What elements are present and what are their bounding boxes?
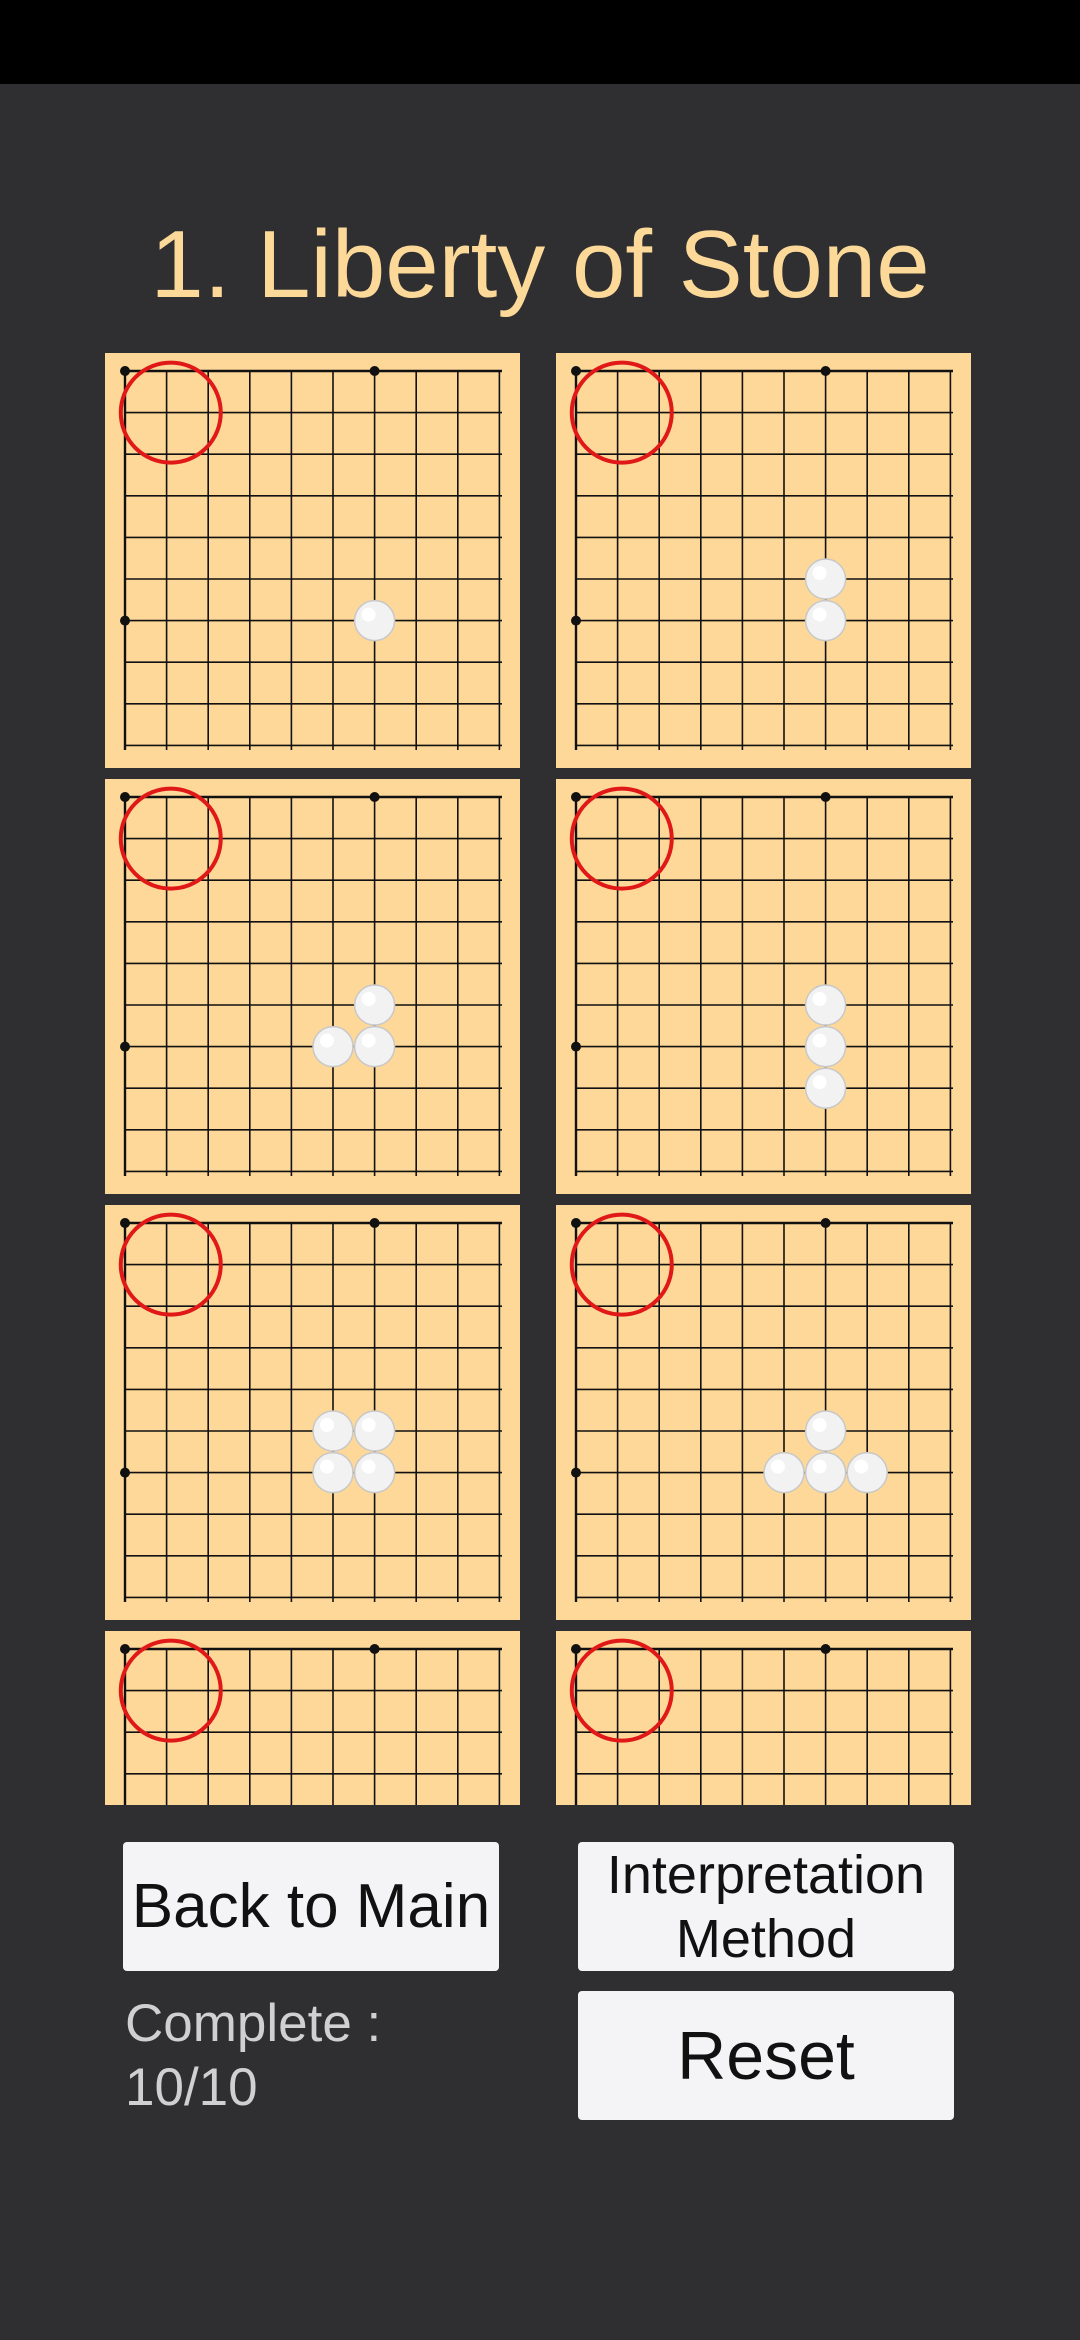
star-point: [369, 1218, 380, 1228]
white-stone: [804, 599, 847, 642]
go-board-grid: [105, 353, 520, 768]
go-board-grid: [556, 353, 971, 768]
white-stone: [804, 1410, 847, 1452]
star-point: [120, 1218, 130, 1228]
go-board-1[interactable]: [105, 353, 520, 768]
complete-value: 10/10: [125, 2058, 258, 2117]
star-point: [571, 366, 581, 376]
go-board-grid: [556, 1631, 971, 1805]
go-board-8[interactable]: [556, 1631, 971, 1805]
complete-label: Complete :: [125, 1994, 382, 2053]
white-stone: [804, 1025, 847, 1068]
star-point: [120, 1467, 130, 1478]
interpretation-method-label: Interpretation Method: [606, 1844, 926, 1969]
star-point: [571, 1218, 581, 1228]
back-to-main-button[interactable]: Back to Main: [123, 1842, 499, 1971]
go-board-grid: [556, 779, 971, 1194]
white-stone: [353, 1025, 396, 1068]
white-stone: [353, 1410, 396, 1452]
white-stone: [353, 1451, 396, 1494]
white-stone: [312, 1410, 354, 1452]
go-board-grid: [105, 1205, 520, 1620]
star-point: [369, 366, 380, 376]
star-point: [369, 1644, 380, 1654]
star-point: [571, 1467, 581, 1478]
go-board-4[interactable]: [556, 779, 971, 1194]
white-stone: [312, 1451, 354, 1494]
white-stone: [763, 1451, 805, 1494]
go-board-7[interactable]: [105, 1631, 520, 1805]
white-stone: [353, 599, 396, 642]
page-title: 1. Liberty of Stone: [150, 211, 930, 318]
star-point: [820, 366, 831, 376]
go-board-grid: [105, 1631, 520, 1805]
star-point: [571, 615, 581, 626]
interpretation-method-button[interactable]: Interpretation Method: [578, 1842, 954, 1971]
puzzle-board-grid: [0, 0, 1080, 2340]
star-point: [120, 366, 130, 376]
go-board-5[interactable]: [105, 1205, 520, 1620]
star-point: [571, 1644, 581, 1654]
go-board-2[interactable]: [556, 353, 971, 768]
white-stone: [804, 1067, 847, 1109]
status-bar: [0, 0, 1080, 84]
star-point: [571, 1041, 581, 1052]
white-stone: [846, 1451, 888, 1494]
star-point: [820, 1218, 831, 1228]
white-stone: [804, 1451, 847, 1494]
star-point: [571, 792, 581, 802]
star-point: [120, 1644, 130, 1654]
complete-status: Complete : 10/10: [125, 1992, 455, 2120]
star-point: [820, 792, 831, 802]
go-board-grid: [556, 1205, 971, 1620]
star-point: [820, 1644, 831, 1654]
white-stone: [353, 984, 396, 1026]
star-point: [120, 615, 130, 626]
go-board-grid: [105, 779, 520, 1194]
go-board-3[interactable]: [105, 779, 520, 1194]
white-stone: [312, 1025, 354, 1068]
star-point: [369, 792, 380, 802]
go-board-6[interactable]: [556, 1205, 971, 1620]
star-point: [120, 1041, 130, 1052]
reset-button[interactable]: Reset: [578, 1991, 954, 2120]
star-point: [120, 792, 130, 802]
white-stone: [804, 984, 847, 1026]
white-stone: [804, 558, 847, 600]
